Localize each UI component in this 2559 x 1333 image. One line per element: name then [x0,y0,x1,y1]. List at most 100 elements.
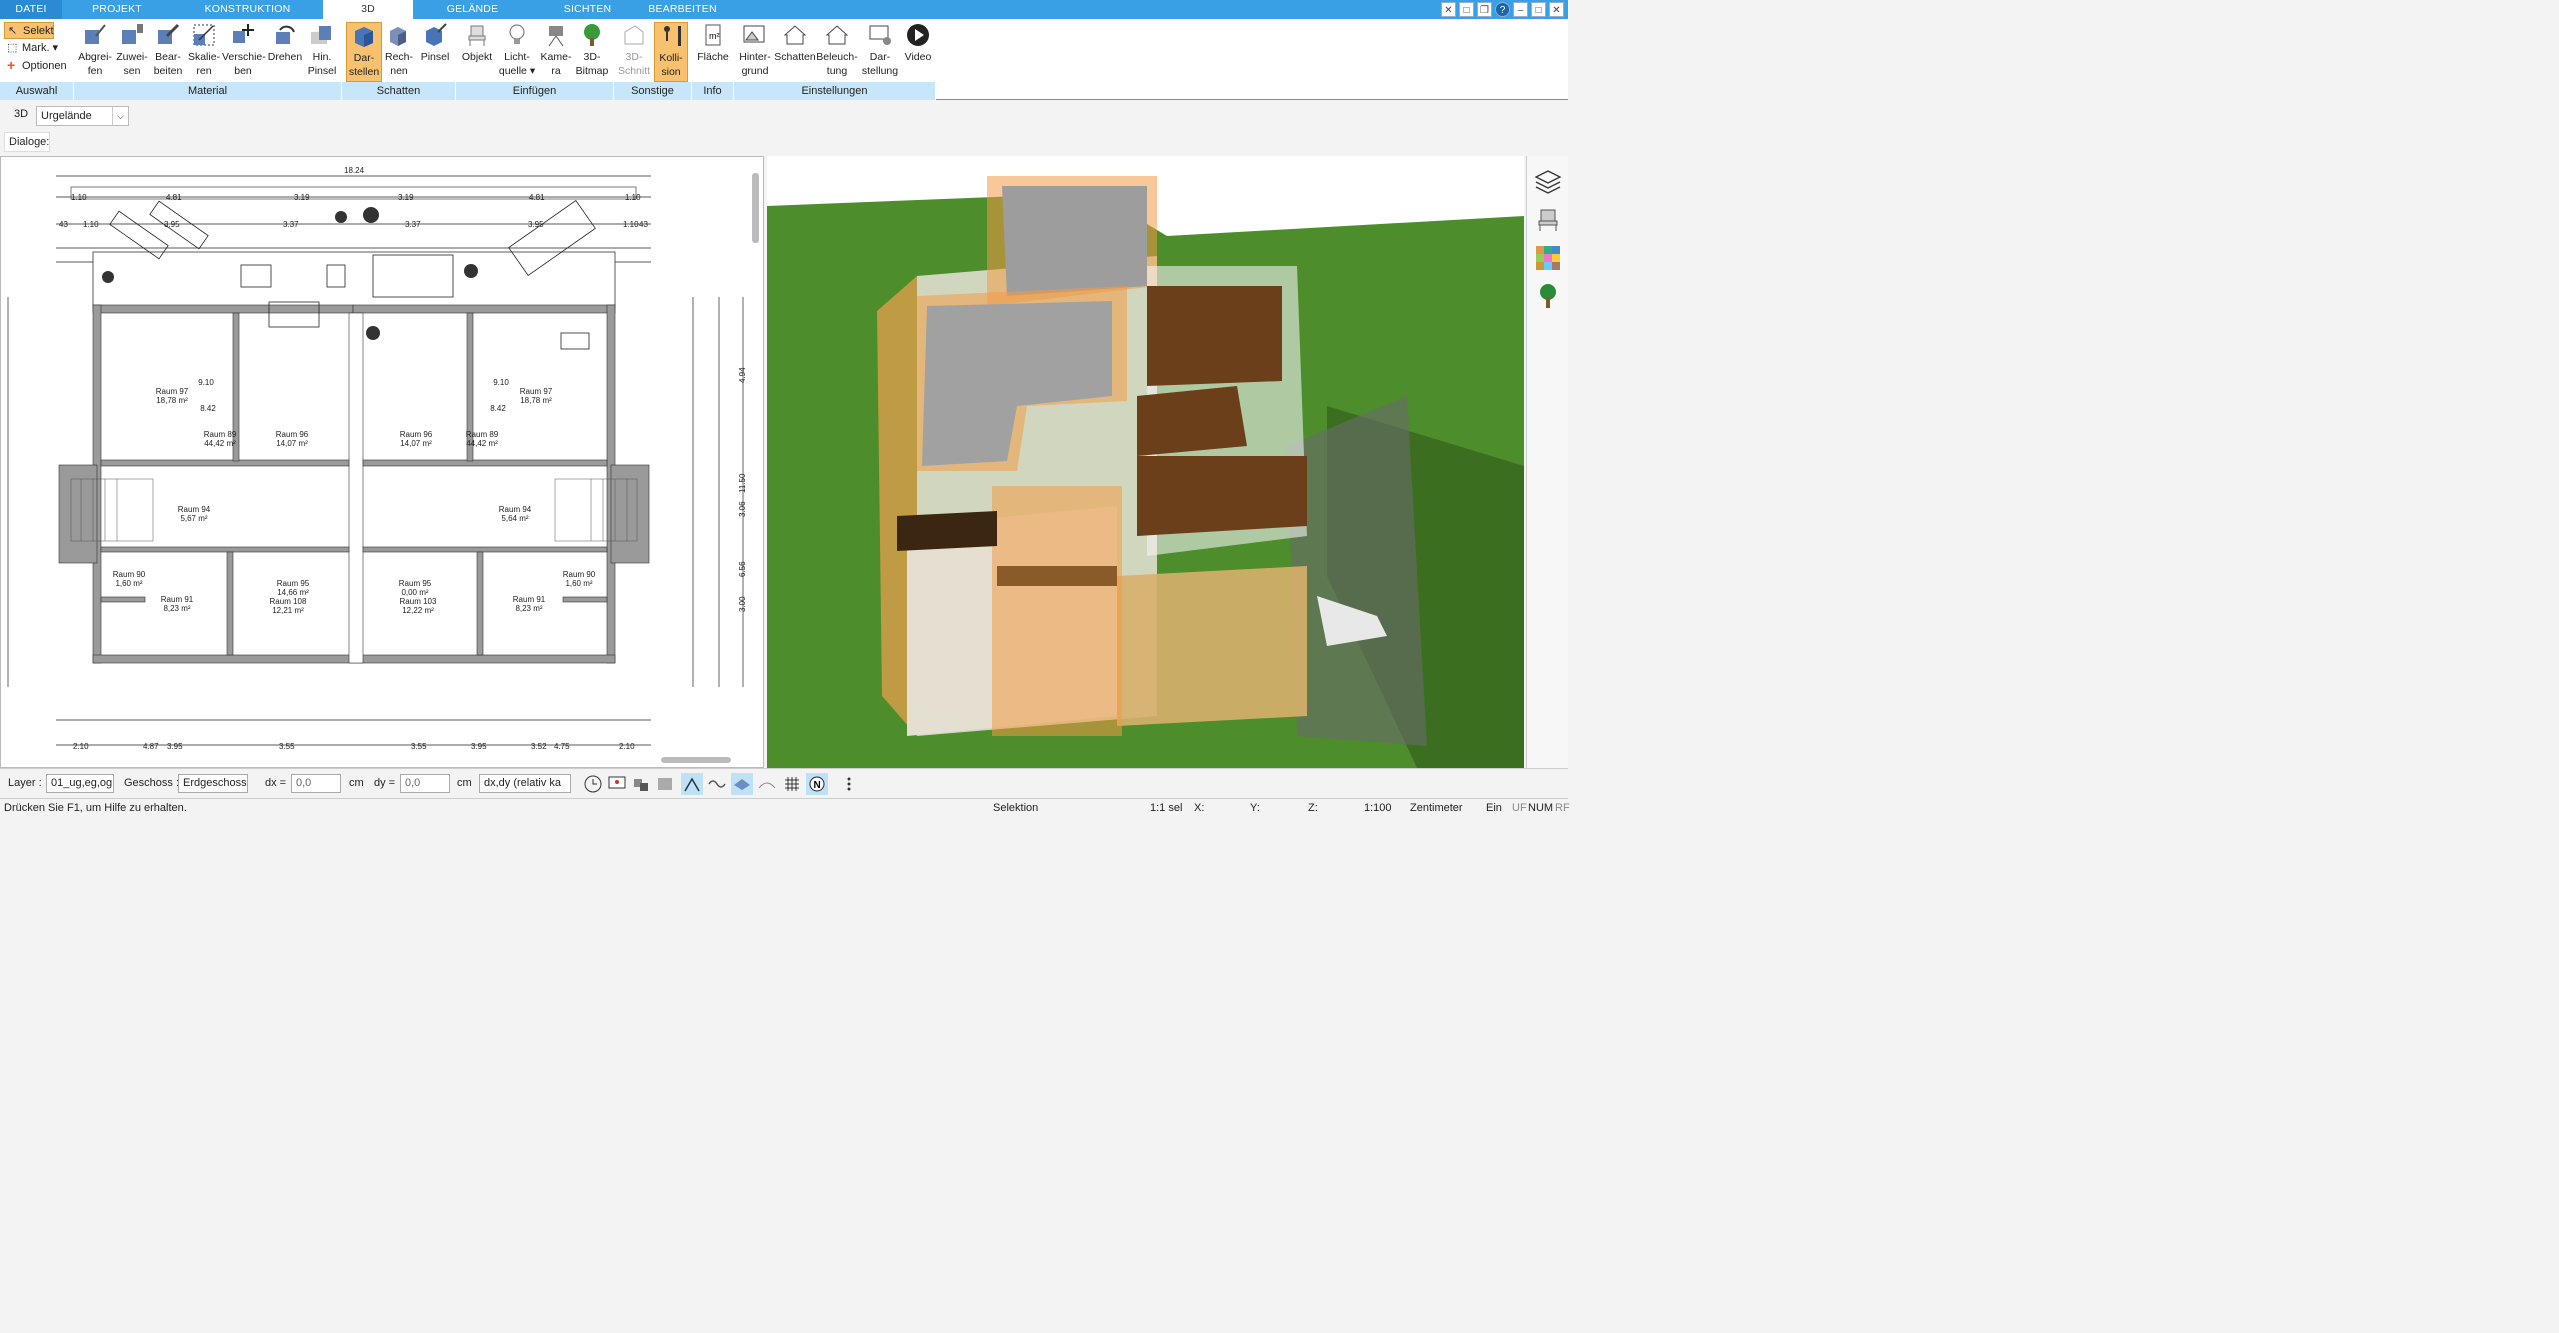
darstellen-button[interactable]: Dar-stellen [346,22,382,82]
play-icon [907,24,929,46]
svg-text:8.42: 8.42 [200,404,216,413]
svg-text:3.19: 3.19 [294,193,310,202]
label-line2: nen [390,65,408,77]
box-icon[interactable] [654,773,676,795]
schnitt-3d-button[interactable]: 3D- Schnitt [616,22,652,78]
beleuchtung-button[interactable]: Beleuch-tung [816,22,858,78]
camera-icon [548,26,564,47]
tab-sichten[interactable]: SICHTEN [545,0,630,19]
layers-icon[interactable] [1534,168,1562,196]
dy-input[interactable]: 0,0 [400,774,450,793]
clock-icon[interactable] [582,773,604,795]
uf-status: UF [1512,802,1527,814]
help-icon[interactable]: ? [1495,2,1510,17]
tab-datei[interactable]: DATEI [0,0,62,19]
svg-text:3.55: 3.55 [411,742,427,751]
rechnen-button[interactable]: Rech-nen [382,22,416,78]
materials-icon[interactable] [1534,244,1562,272]
pipette-icon [85,24,106,44]
dx-input[interactable]: 0,0 [291,774,341,793]
view-toolbar: 3D Urgelände ⌵ [0,102,1568,129]
tab-bearbeiten[interactable]: BEARBEITEN [640,0,725,19]
hintergrund-button[interactable]: Hinter-grund [736,22,774,78]
svg-text:3.19: 3.19 [398,193,414,202]
plan-horizontal-scrollbar[interactable] [661,757,731,763]
video-button[interactable]: Video [900,22,936,64]
minimize-icon[interactable]: – [1513,2,1528,17]
bearbeiten-button[interactable]: Bear-beiten [150,22,186,78]
chevron-down-icon: ⌵ [112,107,128,125]
more-options-icon[interactable] [838,773,860,795]
svg-text:Raum 90: Raum 90 [113,570,146,579]
kamera-button[interactable]: Kame-ra [538,22,574,78]
svg-text:Raum 103: Raum 103 [400,597,437,606]
darstellung-button[interactable]: Dar-stellung [860,22,900,78]
drehen-button[interactable]: Drehen [266,22,304,64]
svg-text:1.10: 1.10 [623,220,639,229]
maximize-icon[interactable]: □ [1531,2,1546,17]
schatten-pinsel-button[interactable]: Pinsel [418,22,452,64]
zuweisen-button[interactable]: Zuwei-sen [114,22,150,78]
hin-pinsel-button[interactable]: Hin. Pinsel [304,22,340,78]
curve-icon[interactable] [756,773,778,795]
bitmap-3d-button[interactable]: 3D- Bitmap [574,22,610,78]
skalieren-button[interactable]: Skalie-ren [186,22,222,78]
3d-view[interactable] [767,156,1524,768]
snap-angle-icon[interactable] [681,773,703,795]
geschoss-value: Erdgeschoss [183,777,247,789]
restore-icon[interactable]: ❐ [1477,2,1492,17]
tools-icon[interactable]: ✕ [1441,2,1456,17]
label-line2: Schnitt [617,65,651,77]
floor-plan-view[interactable]: 18.24 1.10 4.81 3.19 3.19 4.81 1.10 43 1… [0,156,764,768]
label-line1: Beleuch- [816,51,858,63]
layer-dropdown[interactable]: 01_ug,eg,og [46,774,114,793]
group-einstellungen: Einstellungen [734,82,936,100]
tab-konstruktion[interactable]: KONSTRUKTION [180,0,315,19]
svg-text:4.81: 4.81 [166,193,182,202]
window-icon[interactable]: □ [1459,2,1474,17]
plane-icon[interactable] [731,773,753,795]
geschoss-dropdown[interactable]: Erdgeschoss [178,774,248,793]
terrain-dropdown-value: Urgelände [41,110,92,122]
furniture-icon[interactable] [1534,206,1562,234]
svg-text:4.87: 4.87 [143,742,159,751]
layer-label: Layer : [8,777,42,789]
label-line1: Dar- [869,51,891,63]
select-button[interactable]: ↖ Selekt [4,22,54,39]
north-icon[interactable]: N [806,773,828,795]
plan-vertical-scrollbar[interactable] [752,173,759,243]
svg-text:Raum 95: Raum 95 [399,579,432,588]
svg-text:1,60 m²: 1,60 m² [115,579,142,588]
grid-icon[interactable] [781,773,803,795]
verschieben-button[interactable]: Verschie-ben [222,22,266,78]
options-button[interactable]: + Optionen [4,57,67,75]
dialog-row: Dialoge: [0,129,1568,155]
objekt-button[interactable]: Objekt [460,22,494,64]
ribbon-tab-bar: DATEI PROJEKT KONSTRUKTION 3D GELÄNDE SI… [0,0,1568,19]
lichtquelle-button[interactable]: Licht-quelle ▾ [498,22,536,78]
terrain-dropdown[interactable]: Urgelände ⌵ [36,106,129,126]
schatten-settings-button[interactable]: Schatten [774,22,816,64]
abgreifen-button[interactable]: Abgrei-fen [76,22,114,78]
flaeche-button[interactable]: m² Fläche [694,22,732,64]
wave-icon[interactable] [706,773,728,795]
plants-icon[interactable] [1534,282,1562,310]
tab-projekt[interactable]: PROJEKT [72,0,162,19]
tab-3d[interactable]: 3D [323,0,413,19]
num-status: NUM [1528,802,1554,814]
svg-text:Raum 90: Raum 90 [563,570,596,579]
rotate-icon [276,25,295,44]
label-line2: beiten [153,65,183,77]
mark-button[interactable]: ⬚ Mark. ▾ [4,40,58,57]
mark-icon: ⬚ [7,42,18,54]
kollision-button[interactable]: Kolli-sion [654,22,688,82]
cubes-icon[interactable] [630,773,652,795]
label-line1: Zuwei- [116,51,148,63]
monitor-icon[interactable] [606,773,628,795]
close-icon[interactable]: ✕ [1549,2,1564,17]
label-line1: Abgrei- [78,51,112,63]
coord-mode-dropdown[interactable]: dx,dy (relativ ka [479,774,571,793]
tab-gelaende[interactable]: GELÄNDE [425,0,520,19]
label-line2: tung [826,65,848,77]
label-line1: 3D- [625,51,643,63]
